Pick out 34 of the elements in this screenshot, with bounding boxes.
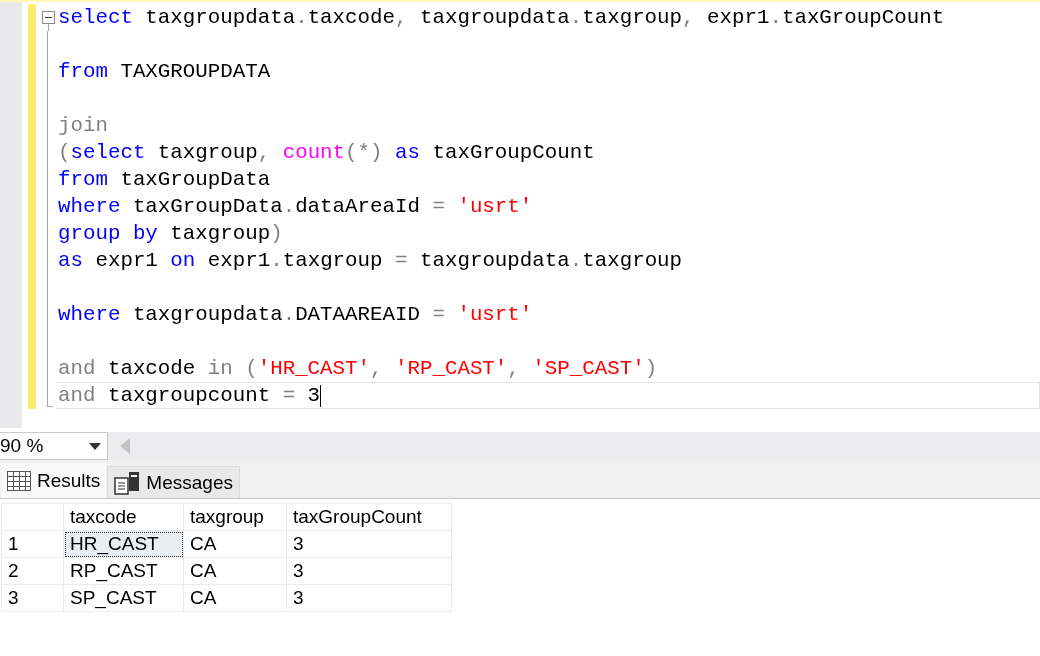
code-line: from taxGroupData	[57, 167, 272, 193]
results-tab[interactable]: Messages	[107, 466, 240, 498]
table-cell[interactable]: CA	[183, 530, 287, 558]
caret-icon	[89, 442, 101, 450]
code-line: group by taxgroup)	[57, 221, 284, 247]
code-line: and taxgroupcount = 3	[56, 382, 1040, 409]
document-icon	[114, 470, 141, 495]
code-line: join	[57, 113, 109, 139]
column-header[interactable]: taxcode	[63, 503, 184, 531]
results-tab[interactable]: Results	[0, 462, 108, 498]
row-number: 2	[1, 557, 64, 585]
table-cell[interactable]: 3	[286, 530, 452, 558]
row-number: 3	[1, 584, 64, 612]
column-header[interactable]: taxgroup	[183, 503, 287, 531]
code-line: as expr1 on expr1.taxgroup = taxgroupdata.taxgroup	[57, 248, 684, 274]
zoom-dropdown[interactable]: 90 %	[0, 432, 108, 460]
code-line: and taxcode in ('HR_CAST', 'RP_CAST', 'SP_CAST')	[57, 356, 659, 382]
table-cell[interactable]: CA	[183, 584, 287, 612]
table-cell[interactable]: 3	[286, 557, 452, 585]
collapse-icon[interactable]	[41, 11, 55, 24]
grid-icon	[7, 470, 31, 491]
code-line: where taxGroupData.dataAreaId = 'usrt'	[57, 194, 534, 220]
column-header[interactable]: taxGroupCount	[286, 503, 452, 531]
code-line: from TAXGROUPDATA	[57, 59, 272, 85]
code-line: where taxgroupdata.DATAAREAID = 'usrt'	[57, 302, 534, 328]
code-line: (select taxgroup, count(*) as taxGroupCount	[57, 140, 596, 166]
table-cell[interactable]: HR_CAST	[63, 530, 184, 558]
table-cell[interactable]: RP_CAST	[63, 557, 184, 585]
table-cell[interactable]: SP_CAST	[63, 584, 184, 612]
table-cell[interactable]: CA	[183, 557, 287, 585]
row-number: 1	[1, 530, 64, 558]
code-line: select taxgroupdata.taxcode, taxgroupdata.taxgroup, expr1.taxGroupCount	[57, 5, 946, 31]
table-cell[interactable]: 3	[286, 584, 452, 612]
text-cursor	[320, 384, 322, 407]
